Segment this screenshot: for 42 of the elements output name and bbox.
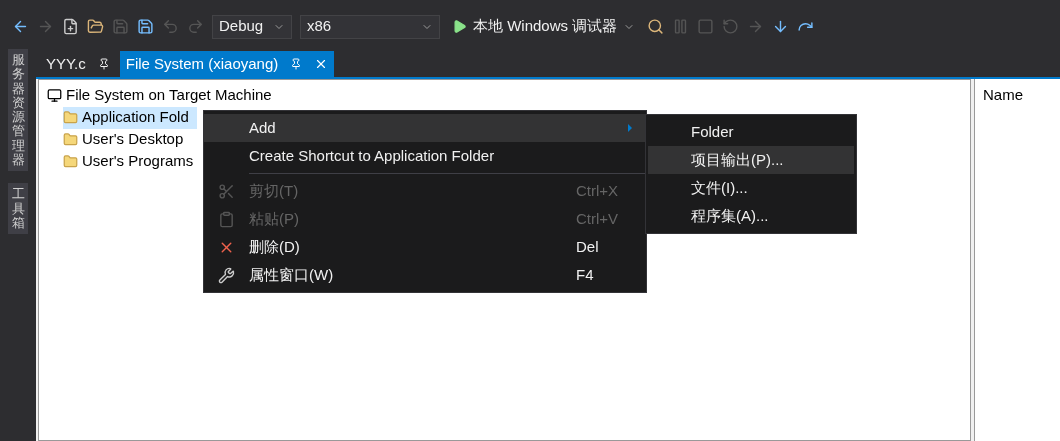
menu-item[interactable]: 删除(D) Del	[204, 233, 646, 261]
back-icon[interactable]	[12, 18, 29, 35]
document-tab[interactable]: YYY.c	[40, 51, 116, 77]
open-folder-icon[interactable]	[87, 18, 104, 35]
tree-item[interactable]: File System on Target Machine	[47, 84, 970, 107]
side-tab[interactable]: 服务器资源管理器	[8, 49, 28, 172]
start-debugger-button[interactable]: 本地 Windows 调试器	[448, 15, 640, 38]
scissors-icon	[218, 182, 235, 200]
tree-item[interactable]: User's Programs	[63, 150, 202, 173]
stop-icon[interactable]	[697, 18, 715, 35]
column-header[interactable]: Name	[983, 86, 1023, 103]
menu-item[interactable]: Folder	[648, 118, 854, 146]
platform-dropdown[interactable]: x86	[300, 14, 440, 39]
redo-icon[interactable]	[187, 18, 204, 35]
find-icon[interactable]	[647, 18, 665, 35]
folder-icon	[63, 154, 78, 169]
folder-icon	[63, 110, 78, 125]
pin-icon	[290, 58, 303, 70]
wrench-icon	[218, 266, 235, 284]
forward-icon[interactable]	[37, 18, 54, 35]
menu-item[interactable]: 文件(I)...	[648, 174, 854, 202]
save-all-icon[interactable]	[137, 18, 154, 35]
save-icon[interactable]	[112, 18, 129, 35]
undo-icon[interactable]	[162, 18, 179, 35]
side-tab[interactable]: 工具箱	[8, 183, 28, 235]
menu-item[interactable]: 程序集(A)...	[648, 202, 854, 230]
submenu-arrow-icon	[628, 124, 632, 132]
configuration-dropdown[interactable]: Debug	[212, 14, 292, 39]
document-tab[interactable]: File System (xiaoyang)	[119, 51, 335, 77]
menu-item[interactable]: Add	[204, 114, 646, 142]
new-file-icon[interactable]	[62, 18, 79, 35]
tree-item[interactable]: User's Desktop	[63, 128, 192, 151]
play-icon	[452, 19, 467, 34]
folder-icon	[63, 132, 78, 147]
menu-item[interactable]: Create Shortcut to Application Folder	[204, 142, 646, 170]
menu-item[interactable]: 项目输出(P)...	[648, 146, 854, 174]
menu-item[interactable]: 属性窗口(W) F4	[204, 261, 646, 289]
restart-icon[interactable]	[722, 18, 740, 35]
clipboard-icon	[218, 210, 235, 228]
pin-icon	[97, 58, 110, 70]
tree-item[interactable]: Application Fold	[63, 106, 197, 129]
computer-icon	[47, 87, 62, 103]
